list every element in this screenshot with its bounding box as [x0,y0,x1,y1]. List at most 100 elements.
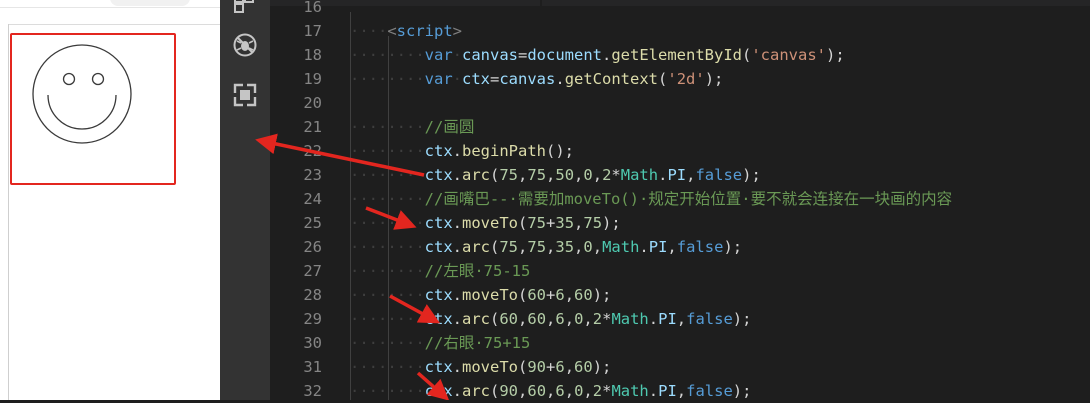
line-number: 29 [303,310,322,328]
code-token: moveTo [462,358,518,376]
line-number: 26 [303,238,322,256]
code-token: ); [826,46,845,64]
code-token: arc [462,238,490,256]
code-token: , [518,310,528,328]
code-token: Math [611,310,649,328]
code-token: ); [704,70,724,88]
indent-whitespace: ········ [350,310,425,328]
code-line[interactable]: 17 ····<script> [270,19,1090,43]
code-token: . [452,286,462,304]
code-token: 60 [527,382,547,400]
line-number: 19 [303,70,322,88]
line-number: 30 [303,334,322,352]
code-text: ········ctx.arc(75,75,35,0,Math.PI,false… [350,235,742,259]
code-line[interactable]: 29 ········ctx.arc(60,60,6,0,2*Math.PI,fa… [270,307,1090,331]
code-token: 0 [574,310,584,328]
code-line[interactable]: 30 ········//右眼·75+15 [270,331,1090,355]
indent-whitespace: ········ [350,142,425,160]
code-token: Math [620,166,659,184]
code-token: script [396,22,453,40]
code-token: 60 [574,358,593,376]
code-line[interactable]: 28 ········ctx.moveTo(60+6,60); [270,283,1090,307]
code-token: 'canvas' [751,46,826,64]
code-token: 75 [499,166,519,184]
code-token: ctx [424,166,453,184]
code-token: , [518,166,528,184]
code-token: 90 [527,358,547,376]
code-line[interactable]: 24 ········//画嘴巴--·需要加moveTo()·规定开始位置·要不就… [270,187,1090,211]
address-bar[interactable] [110,0,190,6]
code-line[interactable]: 32 ········ctx.arc(90,60,6,0,2*Math.PI,fa… [270,379,1090,403]
code-token: . [648,382,659,400]
code-token: arc [462,166,490,184]
code-token: ctx [424,142,453,160]
code-token: ); [742,166,761,184]
code-text: ········//右眼·75+15 [350,331,530,355]
code-token: * [611,166,621,184]
code-line[interactable]: 23 ········ctx.arc(75,75,50,0,2*Math.PI,f… [270,163,1090,187]
line-number: 23 [303,166,322,184]
code-token: 90 [499,382,519,400]
extensions-icon[interactable] [232,0,258,14]
code-line[interactable]: 26 ········ctx.arc(75,75,35,0,Math.PI,fal… [270,235,1090,259]
line-number: 21 [303,118,322,136]
right-eye [91,72,105,86]
line-number: 31 [303,358,322,376]
code-token: 6 [555,310,565,328]
code-text: ········ctx.arc(90,60,6,0,2*Math.PI,fals… [350,379,751,403]
code-token: , [546,238,556,256]
debug-disabled-icon[interactable] [232,32,258,58]
code-line[interactable]: 19 ········var·ctx=canvas.getContext('2d'… [270,67,1090,91]
code-token: , [592,166,603,184]
code-token: //右眼·75+15 [424,334,531,352]
code-text: ········var·ctx=canvas.getContext('2d'); [350,67,723,91]
code-token: , [574,214,584,232]
code-token: . [639,238,649,256]
code-token: 75 [499,238,519,256]
code-line[interactable]: 27 ········//左眼·75-15 [270,259,1090,283]
code-line[interactable]: 16 [270,0,1090,19]
code-token: . [452,214,462,232]
remote-explorer-icon[interactable] [232,82,258,108]
code-token: , [592,238,603,256]
indent-whitespace: ········ [350,334,425,352]
code-line[interactable]: 21 ········//画圆 [270,115,1090,139]
code-token: , [574,238,584,256]
code-token: . [452,166,462,184]
code-token: · [452,46,462,64]
code-token: , [518,382,528,400]
code-token: ctx [424,214,453,232]
code-token: , [574,166,584,184]
code-token: ( [518,358,528,376]
code-line[interactable]: 18 ········var·canvas=document.getElement… [270,43,1090,67]
document-border-top [8,24,220,25]
code-token: . [452,238,462,256]
code-text: ········ctx.arc(60,60,6,0,2*Math.PI,fals… [350,307,751,331]
browser-preview [0,0,220,400]
code-token: //画圆 [424,118,475,136]
code-token: . [452,310,462,328]
code-token: , [564,358,575,376]
code-token: 2 [592,310,603,328]
code-line[interactable]: 31 ········ctx.moveTo(90+6,60); [270,355,1090,379]
code-token: , [676,310,687,328]
code-token: , [564,382,575,400]
code-line[interactable]: 22 ········ctx.beginPath(); [270,139,1090,163]
code-token: PI [667,166,687,184]
code-line[interactable]: 20 [270,91,1090,115]
code-token: , [583,310,593,328]
mouth-arc [47,94,117,130]
code-token: 6 [555,286,565,304]
code-line[interactable]: 25 ········ctx.moveTo(75+35,75); [270,211,1090,235]
code-text: ········ctx.arc(75,75,50,0,2*Math.PI,fal… [350,163,761,187]
code-token: ctx [424,310,453,328]
code-token: , [546,382,556,400]
code-token: 60 [499,310,519,328]
line-number: 16 [303,0,322,16]
line-number: 18 [303,46,322,64]
code-token: , [676,382,687,400]
code-token: getContext [564,70,659,88]
code-editor[interactable]: 16 17 ····<script> 18 ········var·canvas=doc… [270,0,1090,400]
code-token: 60 [527,286,547,304]
code-token: · [452,70,462,88]
